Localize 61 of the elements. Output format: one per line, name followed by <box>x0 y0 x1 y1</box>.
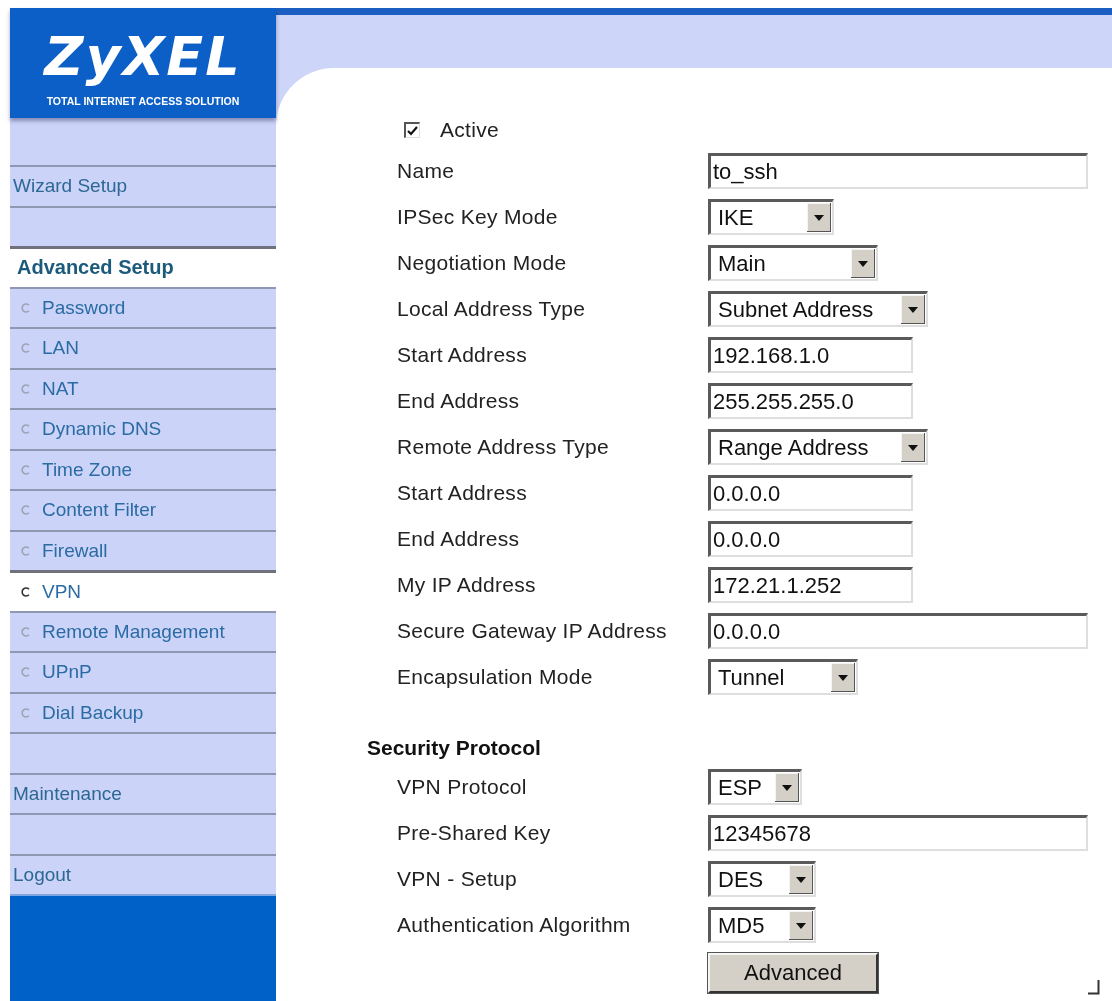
text-field[interactable]: to_ssh <box>708 153 1088 189</box>
field-label: VPN Protocol <box>397 775 528 799</box>
field-label: Start Address <box>397 343 528 367</box>
dropdown-arrow-icon <box>831 663 855 692</box>
dropdown-arrow-icon <box>789 865 813 894</box>
text-field[interactable]: 12345678 <box>708 815 1088 851</box>
dropdown-select[interactable]: IKE <box>708 199 834 235</box>
field-label: End Address <box>397 389 521 413</box>
brand-logo: ZyXEL <box>44 30 242 84</box>
radio-icon <box>21 505 30 516</box>
field-label: My IP Address <box>397 573 537 597</box>
text-field[interactable]: 192.168.1.0 <box>708 337 913 373</box>
dropdown-select[interactable]: Subnet Address <box>708 291 928 327</box>
radio-icon <box>21 545 30 556</box>
active-checkbox[interactable] <box>404 122 420 138</box>
dropdown-arrow-icon <box>901 295 925 324</box>
dropdown-select[interactable]: Main <box>708 245 878 281</box>
logo-tagline: TOTAL INTERNET ACCESS SOLUTION <box>46 96 240 108</box>
field-label: Authentication Algorithm <box>397 913 632 937</box>
radio-icon <box>21 464 30 475</box>
dropdown-select[interactable]: Tunnel <box>708 659 858 695</box>
field-label: Pre-Shared Key <box>397 821 552 845</box>
field-label: IPSec Key Mode <box>397 205 559 229</box>
radio-icon <box>21 383 30 394</box>
checkbox-label: Active <box>440 118 499 142</box>
dropdown-select[interactable]: DES <box>708 861 816 897</box>
dropdown-arrow-icon <box>851 249 875 278</box>
field-label: End Address <box>397 527 521 551</box>
text-field[interactable]: 0.0.0.0 <box>708 521 913 557</box>
dropdown-select[interactable]: Range Address <box>708 429 928 465</box>
radio-icon <box>21 343 30 354</box>
radio-icon <box>21 707 30 718</box>
field-label: Encapsulation Mode <box>397 665 594 689</box>
dropdown-arrow-icon <box>775 773 799 802</box>
section-heading: Security Protocol <box>367 736 542 760</box>
radio-icon <box>21 586 30 597</box>
field-label: Local Address Type <box>397 297 587 321</box>
tick-icon <box>407 125 418 136</box>
dropdown-select[interactable]: MD5 <box>708 907 816 943</box>
advanced-button[interactable]: Advanced <box>708 953 878 993</box>
nav-item[interactable]: VPN <box>10 570 276 611</box>
field-label: Start Address <box>397 481 528 505</box>
field-label: Negotiation Mode <box>397 251 568 275</box>
text-field[interactable]: 0.0.0.0 <box>708 475 913 511</box>
radio-icon <box>21 302 30 313</box>
corner-bracket-icon <box>1088 980 1100 995</box>
radio-icon <box>21 667 30 678</box>
field-label: Name <box>397 159 456 183</box>
radio-icon <box>21 424 30 435</box>
dropdown-arrow-icon <box>901 433 925 462</box>
text-field[interactable]: 0.0.0.0 <box>708 613 1088 649</box>
dropdown-arrow-icon <box>807 203 831 232</box>
radio-icon <box>21 626 30 637</box>
field-label: Secure Gateway IP Address <box>397 619 668 643</box>
field-label: Remote Address Type <box>397 435 610 459</box>
text-field[interactable]: 172.21.1.252 <box>708 567 913 603</box>
field-label: VPN - Setup <box>397 867 519 891</box>
dropdown-arrow-icon <box>789 911 813 940</box>
nav-section-heading[interactable]: Advanced Setup <box>10 246 276 287</box>
dropdown-select[interactable]: ESP <box>708 769 802 805</box>
text-field[interactable]: 255.255.255.0 <box>708 383 913 419</box>
